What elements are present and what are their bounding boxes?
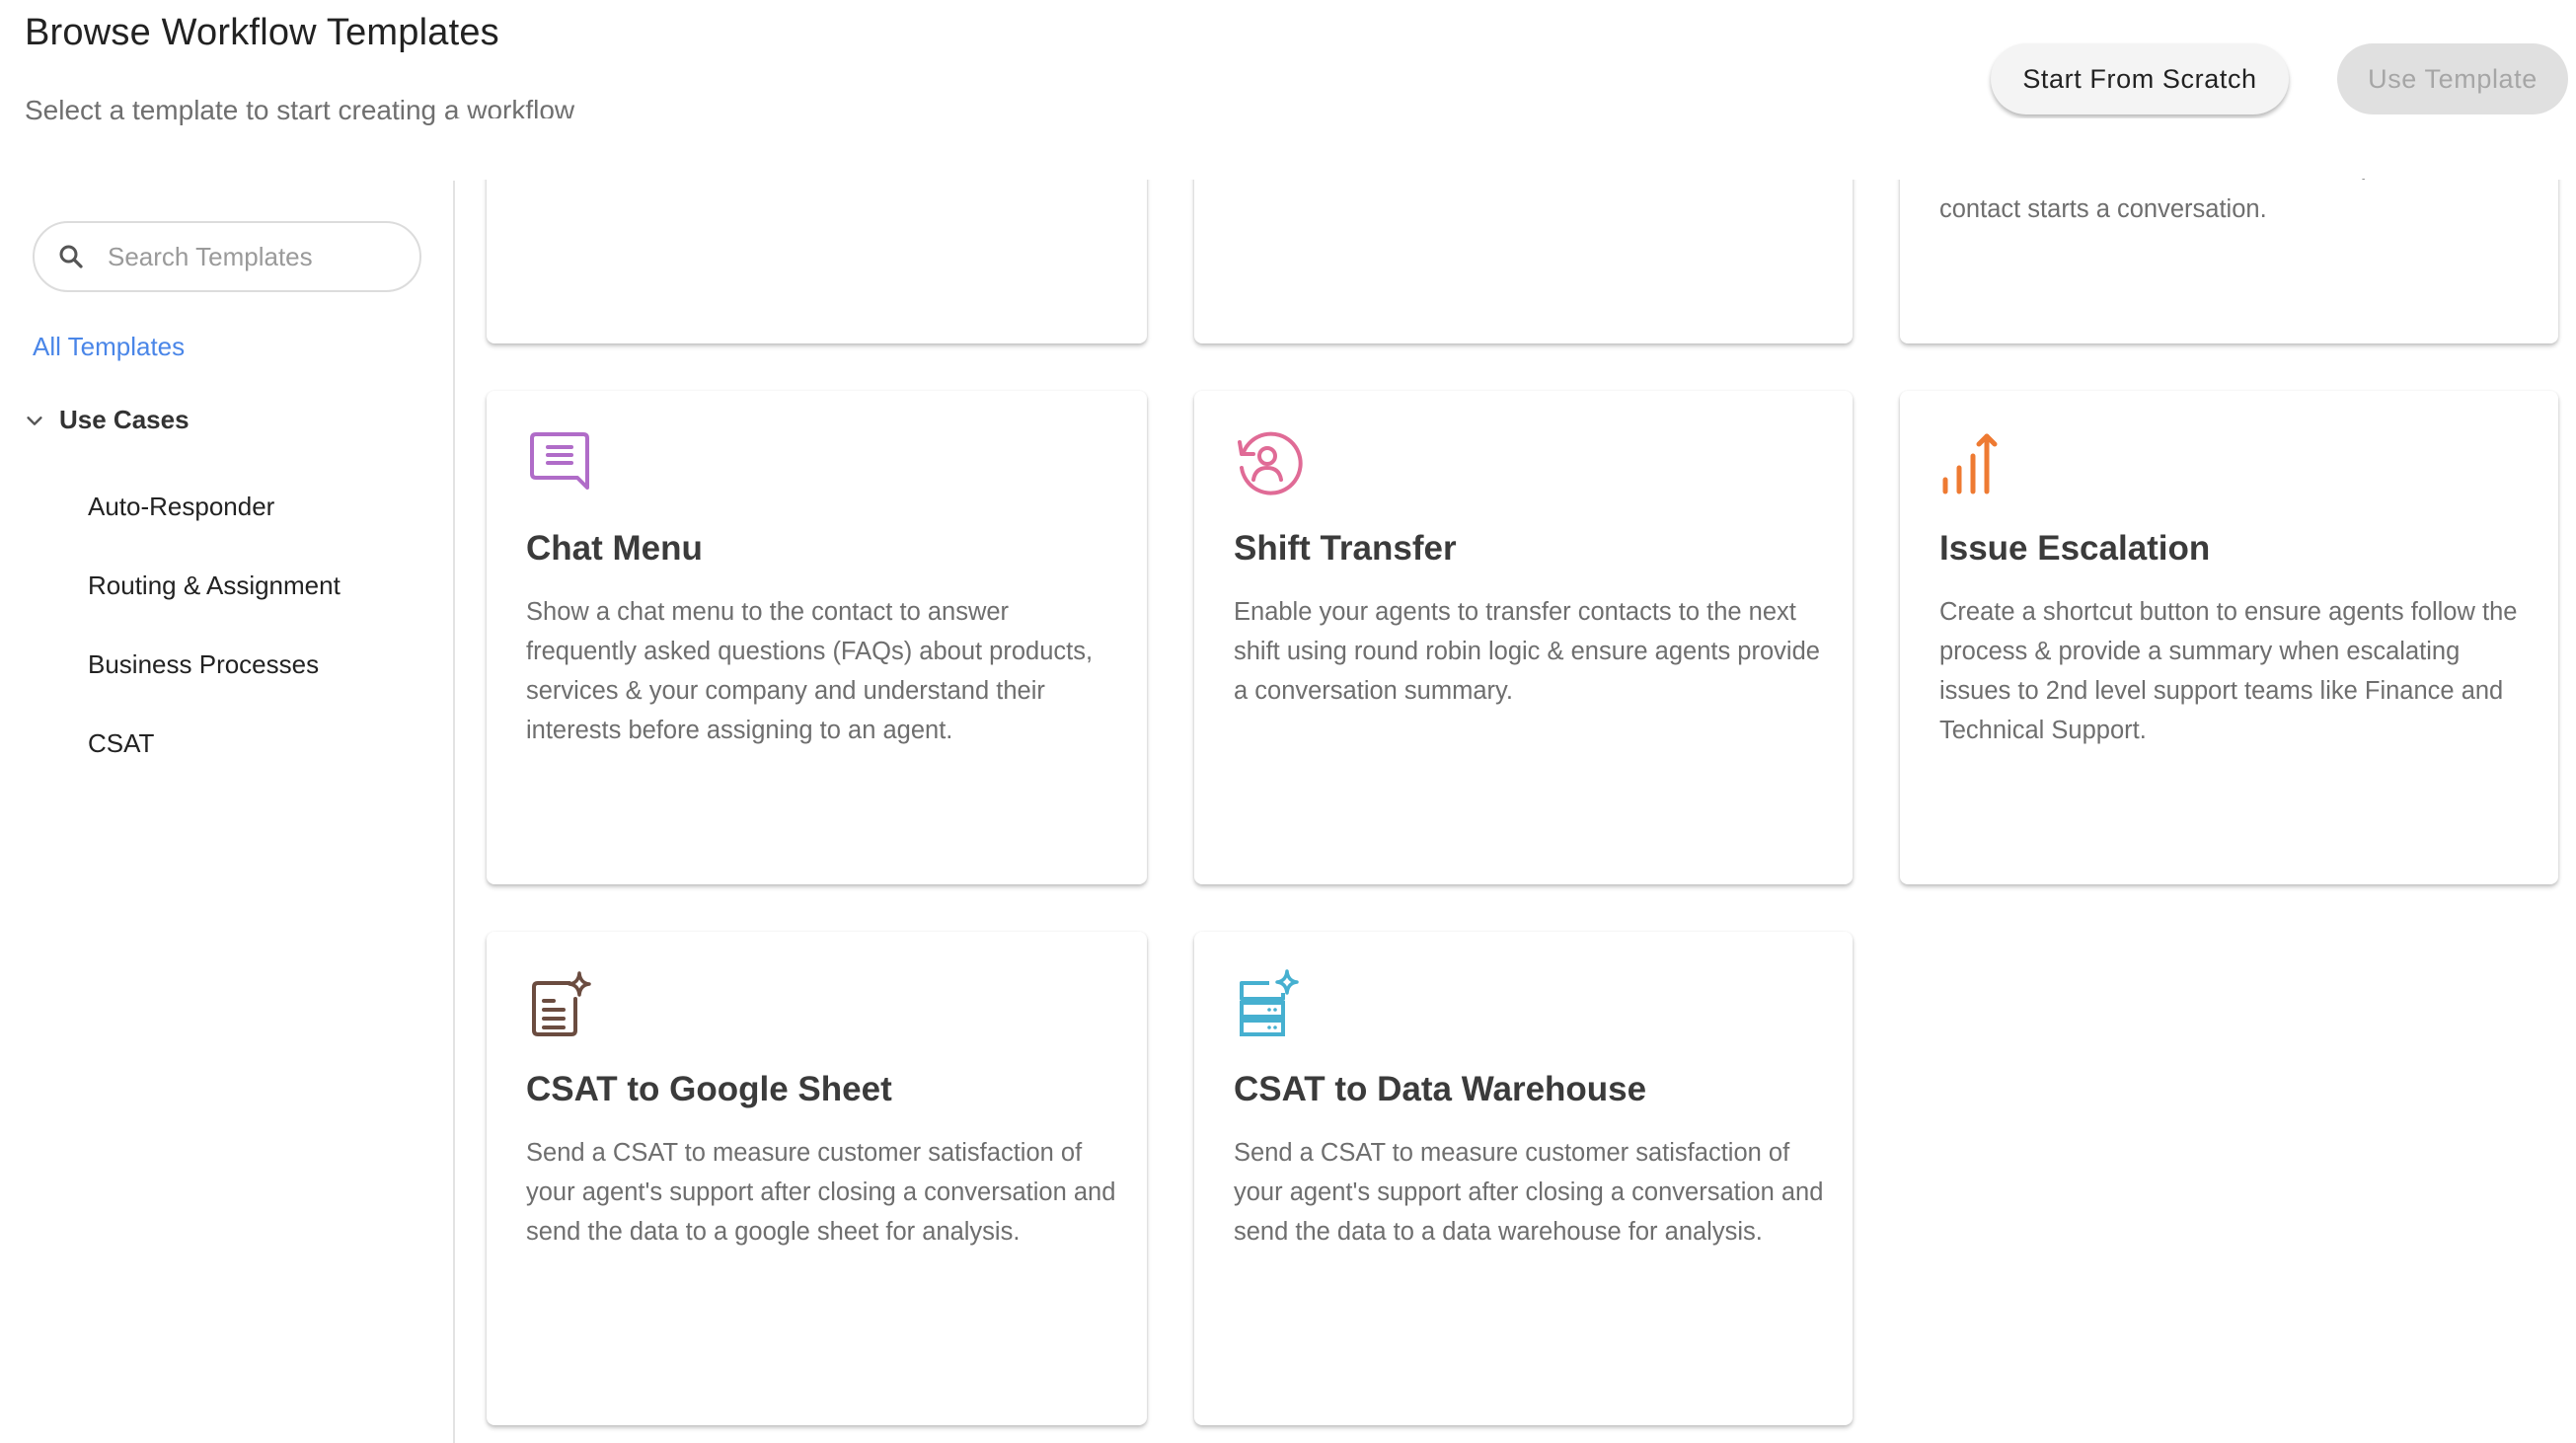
template-card-shift-transfer[interactable]: Shift Transfer Enable your agents to tra… [1194,391,1853,884]
sidebar-item-csat[interactable]: CSAT [88,728,154,759]
template-card-title: CSAT to Google Sheet [526,1070,892,1108]
template-card-description: Show a chat menu to the contact to answe… [526,598,1094,744]
template-card-title: CSAT to Data Warehouse [1234,1070,1647,1108]
shift-transfer-icon [1238,431,1303,495]
search-icon [59,245,83,268]
start-from-scratch-button[interactable]: Start From Scratch [1991,43,2289,114]
sidebar-divider [453,181,455,1443]
template-card-description: contact starts a conversation. [1939,195,2267,223]
chevron-down-icon [27,416,42,425]
sidebar-item-business-processes[interactable]: Business Processes [88,649,319,680]
escalation-chart-icon [1942,433,1998,494]
template-card-chat-menu[interactable]: Chat Menu Show a chat menu to the contac… [487,391,1147,884]
use-cases-group-toggle[interactable]: Use Cases [24,405,189,435]
template-card-title: Shift Transfer [1234,529,1457,568]
search-input[interactable] [108,241,394,272]
use-template-button[interactable]: Use Template [2337,43,2568,114]
search-box[interactable] [33,221,421,292]
all-templates-link[interactable]: All Templates [33,332,185,362]
document-sparkle-icon [532,971,591,1036]
template-card-description: Create a shortcut button to ensure agent… [1939,598,2518,744]
template-card-description: Enable your agents to transfer contacts … [1234,598,1820,705]
template-card-csat-google-sheet[interactable]: CSAT to Google Sheet Send a CSAT to meas… [487,932,1147,1425]
partial-text-clip: , [2360,158,2368,180]
use-cases-label: Use Cases [59,405,189,434]
template-card-csat-data-warehouse[interactable]: CSAT to Data Warehouse Send a CSAT to me… [1194,932,1853,1425]
sidebar-item-auto-responder[interactable]: Auto-Responder [88,492,274,522]
template-card-description: Send a CSAT to measure customer satisfac… [526,1139,1116,1246]
page-title: Browse Workflow Templates [25,12,499,53]
template-card-title: Chat Menu [526,529,703,568]
browse-workflow-templates-page: Browse Workflow Templates Select a templ… [0,0,2576,1443]
database-sparkle-icon [1240,969,1299,1036]
sidebar-item-routing-assignment[interactable]: Routing & Assignment [88,570,341,601]
template-card-issue-escalation[interactable]: Issue Escalation Create a shortcut butto… [1900,391,2558,884]
chat-menu-icon [530,432,589,490]
template-card-description: Send a CSAT to measure customer satisfac… [1234,1139,1824,1246]
template-card-title: Issue Escalation [1939,529,2211,568]
